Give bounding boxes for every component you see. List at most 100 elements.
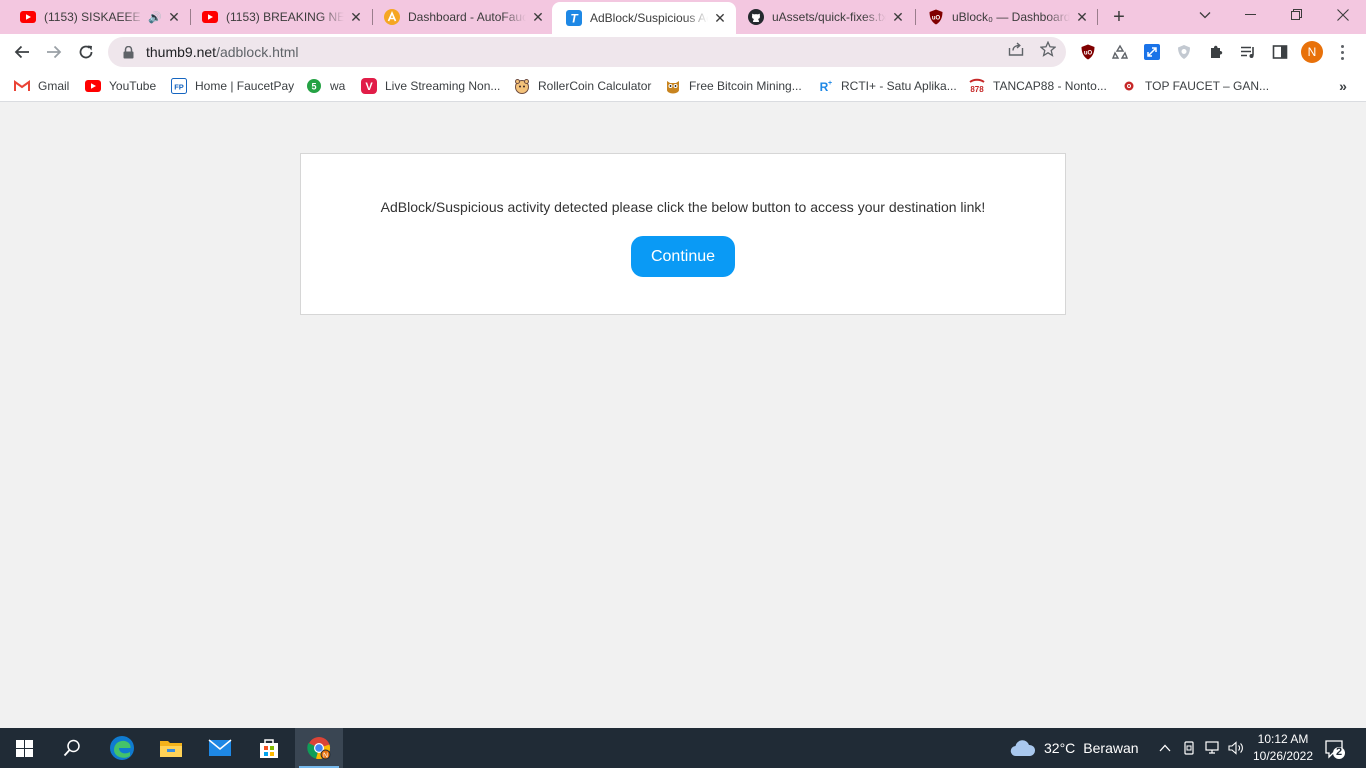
close-icon[interactable]: ✕ xyxy=(530,9,546,25)
github-icon xyxy=(748,9,764,25)
taskbar-mail[interactable] xyxy=(196,728,244,768)
more-menu-button[interactable] xyxy=(1334,40,1350,64)
expand-extension-icon[interactable] xyxy=(1142,42,1162,62)
autofaucet-icon xyxy=(384,9,400,25)
lock-icon[interactable] xyxy=(120,44,136,60)
address-bar[interactable]: thumb9.net/adblock.html xyxy=(108,37,1066,67)
notification-count: 2 xyxy=(1335,746,1343,758)
bookmark-faucetpay[interactable]: FP Home | FaucetPay xyxy=(171,76,294,96)
close-icon[interactable]: ✕ xyxy=(348,9,364,25)
tab-uassets[interactable]: uAssets/quick-fixes.txt ✕ xyxy=(734,0,914,34)
new-tab-button[interactable]: + xyxy=(1108,6,1130,28)
tab-breaking-news[interactable]: (1153) BREAKING NEW ✕ xyxy=(188,0,372,34)
bookmark-label: Free Bitcoin Mining... xyxy=(689,79,802,93)
browser-toolbar: thumb9.net/adblock.html uO N xyxy=(0,34,1366,70)
svg-text:V: V xyxy=(365,81,373,93)
chevron-down-icon xyxy=(1199,12,1211,19)
owl-icon xyxy=(665,78,681,94)
tab-title: uBlock₀ — Dashboard xyxy=(952,10,1070,24)
bookmark-label: Gmail xyxy=(38,79,70,93)
folder-icon xyxy=(160,741,182,757)
puzzle-extensions-icon[interactable] xyxy=(1206,42,1226,62)
restore-icon xyxy=(1291,9,1302,20)
bookmark-live-streaming[interactable]: V Live Streaming Non... xyxy=(361,76,500,96)
system-clock[interactable]: 10:12 AM 10/26/2022 xyxy=(1248,731,1318,765)
minimize-button[interactable] xyxy=(1228,0,1274,30)
youtube-icon xyxy=(202,9,218,25)
taskbar-file-explorer[interactable] xyxy=(147,728,195,768)
notification-center-button[interactable]: 2 xyxy=(1324,738,1346,760)
tray-device-icon[interactable] xyxy=(1179,738,1199,758)
reload-button[interactable] xyxy=(72,38,100,66)
search-button[interactable] xyxy=(48,728,96,768)
tab-title: Dashboard - AutoFaucet xyxy=(408,10,526,24)
bookmark-wa[interactable]: 5 wa xyxy=(306,76,345,96)
tab-search-button[interactable] xyxy=(1182,0,1228,30)
volume-icon[interactable] xyxy=(1227,738,1247,758)
svg-text:N: N xyxy=(323,752,328,759)
gmail-icon xyxy=(14,78,30,94)
taskbar-chrome[interactable]: N xyxy=(295,728,343,768)
store-icon xyxy=(260,739,278,758)
rcti-icon: R + xyxy=(817,78,833,94)
bookmark-label: Home | FaucetPay xyxy=(195,79,295,93)
vidio-icon: V xyxy=(361,78,377,94)
close-icon[interactable]: ✕ xyxy=(712,10,728,26)
share-icon[interactable] xyxy=(1007,40,1025,58)
side-panel-icon[interactable] xyxy=(1270,42,1290,62)
bookmark-gmail[interactable]: Gmail xyxy=(14,76,69,96)
bookmark-rollercoin[interactable]: RollerCoin Calculator xyxy=(514,76,651,96)
speaker-icon[interactable]: 🔊 xyxy=(148,11,162,24)
bookmark-rcti[interactable]: R + RCTI+ - Satu Aplika... xyxy=(817,76,957,96)
close-icon[interactable]: ✕ xyxy=(1074,9,1090,25)
continue-button[interactable]: Continue xyxy=(631,236,735,277)
tab-adblock-suspicious[interactable]: T AdBlock/Suspicious Activity ✕ xyxy=(552,2,736,34)
bookmark-label: Live Streaming Non... xyxy=(385,79,501,93)
bookmark-star-icon[interactable] xyxy=(1039,40,1057,58)
url-path: /adblock.html xyxy=(216,44,299,60)
start-button[interactable] xyxy=(0,728,48,768)
tab-autofaucet[interactable]: Dashboard - AutoFaucet ✕ xyxy=(370,0,554,34)
forward-button[interactable] xyxy=(40,38,68,66)
weather-condition: Berawan xyxy=(1083,740,1139,756)
tab-title: uAssets/quick-fixes.txt xyxy=(772,10,886,24)
youtube-icon xyxy=(85,78,101,94)
bookmark-label: YouTube xyxy=(109,79,157,93)
close-icon[interactable]: ✕ xyxy=(890,9,906,25)
bookmarks-overflow-button[interactable]: » xyxy=(1335,76,1351,96)
bookmark-youtube[interactable]: YouTube xyxy=(85,76,156,96)
close-icon xyxy=(1337,9,1349,21)
close-icon[interactable]: ✕ xyxy=(166,9,182,25)
weather-widget[interactable]: 32°C Berawan xyxy=(1010,728,1139,768)
windows-taskbar: N 32°C Berawan 10:12 AM 10/26/2022 2 xyxy=(0,728,1366,768)
url-host: thumb9.net xyxy=(146,44,217,60)
taskbar-store[interactable] xyxy=(245,728,293,768)
profile-avatar[interactable]: N xyxy=(1301,41,1323,63)
bookmark-label: wa xyxy=(330,79,346,93)
close-window-button[interactable] xyxy=(1320,0,1366,30)
chrome-icon: N xyxy=(307,737,331,760)
bookmarks-bar: Gmail YouTube FP Home | FaucetPay 5 wa V… xyxy=(0,70,1366,102)
taskbar-edge[interactable] xyxy=(98,728,146,768)
bookmark-free-bitcoin[interactable]: Free Bitcoin Mining... xyxy=(665,76,802,96)
clock-time: 10:12 AM xyxy=(1257,732,1309,746)
tab-title: AdBlock/Suspicious Activity xyxy=(590,11,708,25)
bookmark-top-faucet[interactable]: TOP FAUCET – GAN... xyxy=(1121,76,1269,96)
arrow-right-icon xyxy=(47,45,62,59)
tab-siskaeee[interactable]: (1153) SISKAEEE C 🔊 ✕ xyxy=(6,0,190,34)
show-hidden-icons-button[interactable] xyxy=(1155,738,1175,758)
tancap-icon: 878 xyxy=(969,78,985,94)
bookmark-tancap88[interactable]: 878 TANCAP88 - Nonto... xyxy=(969,76,1107,96)
media-controls-icon[interactable] xyxy=(1238,42,1258,62)
ublock-icon: uO xyxy=(928,9,944,25)
shield-extension-icon[interactable] xyxy=(1174,42,1194,62)
network-icon[interactable] xyxy=(1203,738,1223,758)
reload-icon xyxy=(79,45,93,59)
ublock-extension-icon[interactable]: uO xyxy=(1078,42,1098,62)
back-button[interactable] xyxy=(8,38,36,66)
restore-button[interactable] xyxy=(1274,0,1320,30)
cloud-icon xyxy=(1010,740,1036,757)
tab-ublock-dashboard[interactable]: uO uBlock₀ — Dashboard ✕ xyxy=(914,0,1098,34)
recycle-extension-icon[interactable] xyxy=(1110,42,1130,62)
faucetpay-icon: FP xyxy=(171,78,187,94)
